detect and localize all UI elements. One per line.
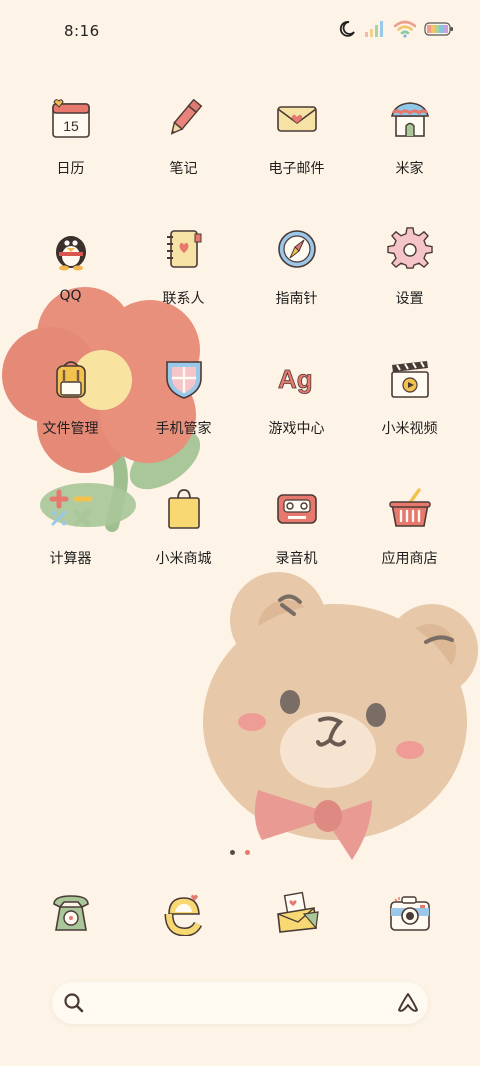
- app-label: 日历: [56, 161, 85, 177]
- app-label: 小米视频: [381, 421, 438, 437]
- app-label: 设置: [395, 291, 424, 307]
- app-qq[interactable]: QQ: [14, 220, 127, 350]
- status-time: 8:16: [64, 22, 100, 40]
- app-label: 游戏中心: [268, 421, 325, 437]
- app-email[interactable]: 电子邮件: [240, 90, 353, 220]
- backpack-icon: [44, 352, 98, 406]
- app-game-center[interactable]: Ag 游戏中心: [240, 350, 353, 480]
- bear-illustration: [203, 572, 478, 860]
- app-calculator[interactable]: 计算器: [14, 480, 127, 610]
- dock-camera[interactable]: [353, 884, 466, 948]
- page-dot[interactable]: [230, 850, 235, 855]
- calendar-icon: 15: [44, 92, 98, 146]
- envelope-icon: [270, 92, 324, 146]
- wifi-icon: [393, 20, 417, 42]
- status-bar: 8:16: [0, 0, 480, 60]
- app-file-manager[interactable]: 文件管理: [14, 350, 127, 480]
- contacts-book-icon: [157, 222, 211, 276]
- app-label: 手机管家: [155, 421, 212, 437]
- house-icon: [383, 92, 437, 146]
- gear-icon: [383, 222, 437, 276]
- game-letters-text: Ag: [278, 364, 313, 394]
- assistant-icon[interactable]: [396, 991, 420, 1019]
- app-row: 15 日历 笔记 电子邮件 米家: [14, 90, 466, 220]
- app-label: 电子邮件: [268, 161, 325, 177]
- app-recorder[interactable]: 录音机: [240, 480, 353, 610]
- compass-icon: [270, 222, 324, 276]
- shopping-bag-icon: [157, 482, 211, 536]
- app-label: 米家: [395, 161, 424, 177]
- app-label: 计算器: [49, 551, 92, 567]
- recorder-icon: [270, 482, 324, 536]
- calculator-icon: [44, 482, 98, 536]
- clapperboard-icon: [383, 352, 437, 406]
- dock-browser[interactable]: [127, 884, 240, 948]
- dock-messages[interactable]: [240, 884, 353, 948]
- app-row: 计算器 小米商城 录音机 应用商店: [14, 480, 466, 610]
- shield-icon: [157, 352, 211, 406]
- app-label: 指南针: [275, 291, 318, 307]
- app-app-store[interactable]: 应用商店: [353, 480, 466, 610]
- pencil-icon: [157, 92, 211, 146]
- app-mijia[interactable]: 米家: [353, 90, 466, 220]
- app-settings[interactable]: 设置: [353, 220, 466, 350]
- app-calendar[interactable]: 15 日历: [14, 90, 127, 220]
- signal-icon: [364, 20, 386, 42]
- app-label: 联系人: [162, 291, 205, 307]
- app-notes[interactable]: 笔记: [127, 90, 240, 220]
- search-icon[interactable]: [62, 991, 86, 1019]
- search-bar[interactable]: [52, 982, 428, 1024]
- app-mi-store[interactable]: 小米商城: [127, 480, 240, 610]
- app-label: QQ: [59, 288, 82, 304]
- status-icons: [338, 20, 454, 42]
- penguin-icon: [44, 222, 98, 276]
- battery-icon: [424, 21, 454, 41]
- phone-icon: [44, 886, 98, 940]
- moon-icon: [338, 20, 356, 42]
- app-compass[interactable]: 指南针: [240, 220, 353, 350]
- browser-icon: [157, 886, 211, 940]
- messages-icon: [270, 886, 324, 940]
- app-label: 录音机: [275, 551, 318, 567]
- app-label: 应用商店: [381, 551, 438, 567]
- app-label: 文件管理: [42, 421, 99, 437]
- game-letters-icon: Ag: [270, 352, 324, 406]
- app-row: 文件管理 手机管家 Ag 游戏中心 小米视频: [14, 350, 466, 480]
- app-label: 小米商城: [155, 551, 212, 567]
- app-security[interactable]: 手机管家: [127, 350, 240, 480]
- calendar-day: 15: [63, 118, 79, 134]
- app-mi-video[interactable]: 小米视频: [353, 350, 466, 480]
- app-label: 笔记: [169, 161, 198, 177]
- camera-icon: [383, 886, 437, 940]
- page-dot-active[interactable]: [245, 850, 250, 855]
- dock-phone[interactable]: [14, 884, 127, 948]
- dock: [14, 884, 466, 948]
- app-row: QQ 联系人 指南针 设置: [14, 220, 466, 350]
- basket-icon: [383, 482, 437, 536]
- app-grid: 15 日历 笔记 电子邮件 米家 QQ 联系人 指南针 设置 文件管理 手机管家…: [14, 90, 466, 610]
- app-contacts[interactable]: 联系人: [127, 220, 240, 350]
- page-indicator: [0, 850, 480, 855]
